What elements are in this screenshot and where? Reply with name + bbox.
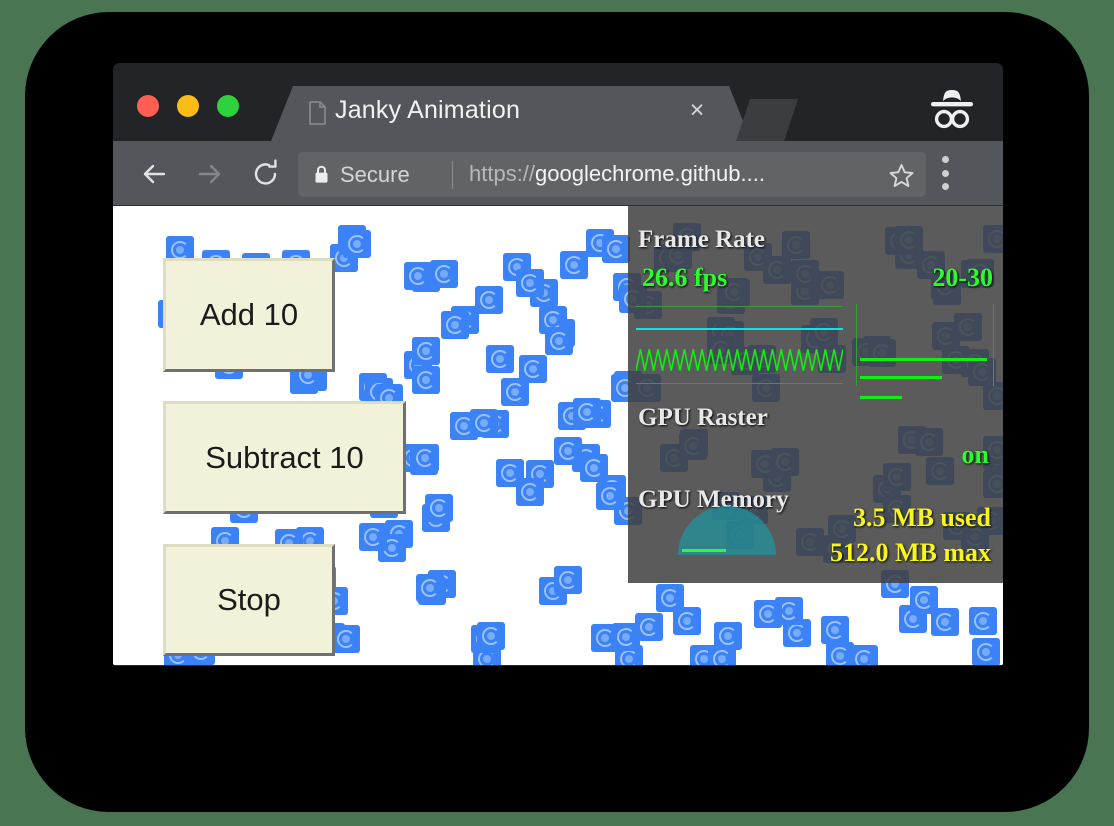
chrome-logo-sprite	[404, 262, 432, 290]
chrome-logo-sprite	[425, 494, 453, 522]
chrome-logo-sprite	[477, 622, 505, 650]
tab-title: Janky Animation	[335, 96, 695, 125]
close-icon[interactable]: ×	[684, 97, 710, 123]
chrome-logo-sprite	[416, 574, 444, 602]
frame-rate-measured-series	[636, 343, 843, 377]
chrome-logo-sprite	[332, 625, 360, 653]
menu-dot	[942, 170, 949, 177]
hud-gpu-raster-value: on	[962, 440, 989, 470]
chrome-logo-sprite	[411, 444, 439, 472]
chrome-logo-sprite	[972, 638, 1000, 665]
chrome-logo-sprite	[554, 437, 582, 465]
tab-strip: Janky Animation ×	[113, 63, 1003, 141]
add-10-button[interactable]: Add 10	[163, 258, 335, 372]
close-window-button[interactable]	[137, 95, 159, 117]
chrome-logo-sprite	[470, 409, 498, 437]
chrome-logo-sprite	[545, 327, 573, 355]
star-icon[interactable]	[889, 163, 914, 188]
lock-icon	[314, 164, 329, 184]
chrome-logo-sprite	[580, 454, 608, 482]
url-host: googlechrome.github....	[535, 161, 765, 186]
chrome-logo-sprite	[708, 645, 736, 665]
chrome-logo-sprite	[519, 355, 547, 383]
chrome-logo-sprite	[343, 230, 371, 258]
menu-dot	[942, 183, 949, 190]
chrome-logo-sprite	[516, 478, 544, 506]
divider	[452, 161, 453, 189]
stop-button[interactable]: Stop	[163, 544, 335, 656]
chrome-logo-sprite	[430, 260, 458, 288]
incognito-icon	[925, 85, 979, 133]
chrome-logo-sprite	[359, 523, 387, 551]
subtract-10-button[interactable]: Subtract 10	[163, 401, 406, 514]
chrome-logo-sprite	[596, 482, 624, 510]
chrome-logo-sprite	[573, 398, 601, 426]
page-icon	[309, 101, 326, 125]
chrome-logo-sprite	[754, 600, 782, 628]
window-controls	[137, 95, 239, 117]
chrome-logo-sprite	[602, 235, 630, 263]
browser-window: Janky Animation ×	[113, 63, 1003, 666]
histogram-bar	[860, 396, 902, 399]
histogram-bar	[860, 376, 942, 379]
chrome-logo-sprite	[486, 345, 514, 373]
gpu-memory-dome-gauge	[678, 506, 776, 555]
forward-arrow-icon[interactable]	[191, 155, 229, 193]
url-scheme: https://	[469, 161, 535, 186]
three-dot-menu-icon[interactable]	[941, 156, 949, 190]
chrome-logo-sprite	[554, 566, 582, 594]
chrome-logo-sprite	[612, 623, 640, 651]
minimize-window-button[interactable]	[177, 95, 199, 117]
address-bar[interactable]: Secure https://googlechrome.github....	[298, 152, 926, 197]
maximize-window-button[interactable]	[217, 95, 239, 117]
browser-toolbar: Secure https://googlechrome.github....	[113, 141, 1003, 206]
new-tab-button[interactable]	[736, 99, 798, 141]
chrome-logo-sprite	[969, 607, 997, 635]
chrome-logo-sprite	[412, 337, 440, 365]
hud-gpu-memory-used: 3.5 MB used	[853, 503, 991, 533]
chrome-logo-sprite	[516, 269, 544, 297]
chrome-logo-sprite	[560, 251, 588, 279]
fps-hud-overlay: Frame Rate 26.6 fps 20-30 GPU Raster on …	[628, 206, 1003, 583]
chrome-logo-sprite	[821, 616, 849, 644]
hud-gpu-raster-title: GPU Raster	[638, 404, 768, 432]
chrome-logo-sprite	[475, 286, 503, 314]
frame-rate-histogram-chart	[856, 304, 994, 386]
hud-frame-rate-value: 26.6 fps	[642, 263, 727, 293]
hud-gpu-memory-max: 512.0 MB max	[830, 538, 991, 568]
hud-frame-rate-range: 20-30	[932, 263, 993, 293]
menu-dot	[942, 156, 949, 163]
reload-icon[interactable]	[247, 155, 285, 193]
page-viewport: Add 10 Subtract 10 Stop Frame Rate 26.6 …	[113, 206, 1003, 665]
hud-frame-rate-title: Frame Rate	[638, 226, 765, 254]
chrome-logo-sprite	[850, 645, 878, 665]
security-status-label: Secure	[340, 162, 410, 188]
back-arrow-icon[interactable]	[135, 155, 173, 193]
frame-rate-line-chart	[636, 306, 843, 384]
gauge-dome	[678, 506, 776, 555]
gauge-needle	[682, 549, 726, 552]
chrome-logo-sprite	[931, 608, 959, 636]
histogram-bar	[860, 358, 987, 361]
chrome-logo-sprite	[656, 584, 684, 612]
chrome-logo-sprite	[412, 366, 440, 394]
url-text: https://googlechrome.github....	[469, 161, 765, 187]
frame-rate-baseline-series	[636, 328, 843, 330]
chrome-logo-sprite	[441, 311, 469, 339]
